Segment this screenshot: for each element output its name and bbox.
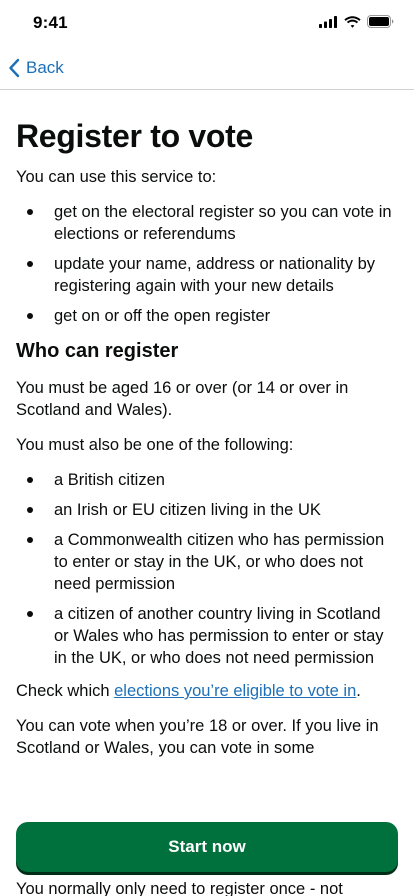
list-item: an Irish or EU citizen living in the UK [16,499,398,521]
register-once-text: You normally only need to register once … [16,880,343,896]
main-content: Register to vote You can use this servic… [0,91,414,772]
list-item: a British citizen [16,469,398,491]
list-item: get on or off the open register [16,305,398,327]
status-icons [319,15,394,28]
list-item: a Commonwealth citizen who has permissio… [16,529,398,595]
page-title: Register to vote [16,118,254,154]
check-prefix: Check which [16,682,115,700]
back-label: Back [26,58,64,77]
list-item: get on the electoral register so you can… [16,201,398,245]
wifi-icon [344,15,361,28]
also-requirement-text: You must also be one of the following: [16,436,294,454]
check-eligibility-text: Check which elections you’re eligible to… [16,680,398,702]
elections-eligible-link[interactable]: elections you’re eligible to vote in [114,682,356,700]
uses-list: get on the electoral register so you can… [16,201,398,327]
age-requirement-text: You must be aged 16 or over (or 14 or ov… [16,379,349,419]
back-button[interactable]: Back [8,58,64,78]
start-now-button[interactable]: Start now [16,822,398,872]
nav-bar: Back [0,50,414,90]
list-item: a citizen of another country living in S… [16,603,398,669]
list-item: update your name, address or nationality… [16,253,398,297]
intro-text: You can use this service to: [16,168,217,186]
voting-age-text: You can vote when you’re 18 or over. If … [16,717,379,757]
signal-icon [319,15,337,28]
battery-icon [367,15,394,28]
status-time: 9:41 [33,13,68,32]
status-bar: 9:41 [0,0,414,46]
who-can-register-heading: Who can register [16,340,179,362]
chevron-left-icon [9,58,20,78]
eligibility-list: a British citizen an Irish or EU citizen… [16,469,398,669]
check-suffix: . [356,682,361,700]
